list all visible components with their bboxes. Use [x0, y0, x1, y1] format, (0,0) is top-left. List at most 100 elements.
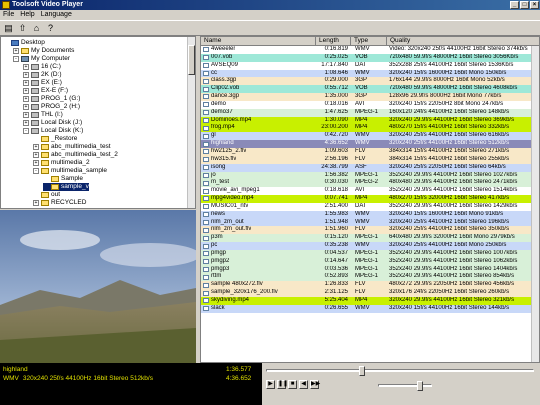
tree-item[interactable]: sample_v	[43, 183, 89, 191]
tree-item[interactable]: - My Computer	[13, 55, 70, 63]
table-row[interactable]: skydiving.mp4 5:25.404 MP4 320x240 29.9f/s …	[201, 297, 533, 305]
expand-toggle-icon[interactable]: -	[33, 168, 39, 174]
maximize-button[interactable]: □	[520, 1, 529, 9]
tree-item[interactable]: + Local Disk (J:)	[23, 119, 82, 127]
tree-item[interactable]: +2K (D:)	[23, 71, 62, 79]
table-row[interactable]: slack 0:26.655 WMV 320x240 15f/s 44100Hz 16…	[201, 304, 533, 313]
menu-language[interactable]: Language	[41, 10, 72, 20]
file-list-scrollbar[interactable]	[531, 46, 539, 362]
column-header-quality[interactable]: Quality	[387, 37, 539, 46]
expand-toggle-icon[interactable]: -	[23, 128, 29, 134]
table-row[interactable]: pmgp3 0:03.536 MPEG-1 352x240 29.9f/s 44100…	[201, 265, 533, 274]
table-row[interactable]: Dominoes.mp4 1:30.090 MP4 320x240 29.9f/s 4…	[201, 116, 533, 125]
table-row[interactable]: frog.mp4 23:00.200 MP4 480x270 15f/s 44100H…	[201, 124, 533, 133]
tree-item[interactable]: + PROG_2 (H:)	[23, 103, 80, 111]
tree-item[interactable]: + PROG_1 (G:)	[23, 95, 80, 103]
table-row[interactable]: isong 24:38.799 ASF 320x240 25f/s 22050Hz 1…	[201, 163, 533, 172]
table-row[interactable]: demo 0:18.016 AVI 320x240 15f/s 22050Hz 8bi…	[201, 100, 533, 109]
expand-toggle-icon[interactable]: +	[23, 80, 29, 86]
tree-item[interactable]: _Restore	[33, 135, 77, 143]
table-row[interactable]: AVSEQ09 17:17.840 DAT 352x288 25f/s 44100Hz…	[201, 61, 533, 70]
next-button[interactable]: ▶▶	[310, 380, 320, 389]
table-row[interactable]: dance.3gp 1:35.000 3GP 128x96 29.9f/s 8000H…	[201, 93, 533, 101]
seek-thumb[interactable]	[358, 366, 365, 376]
expand-toggle-icon[interactable]: +	[13, 48, 19, 54]
help-icon[interactable]: ?	[45, 23, 56, 34]
minimize-button[interactable]: _	[510, 1, 519, 9]
expand-toggle-icon[interactable]: +	[23, 72, 29, 78]
tree-item[interactable]: + abc_multimedia_test_2	[33, 151, 118, 159]
table-row[interactable]: 4weeeler 0:16.819 WMV Video: 320x240 25f/s …	[201, 46, 533, 54]
folder-tree[interactable]: Desktop + My Documents - My Computer +16 (C:)…	[0, 36, 196, 209]
expand-toggle-icon[interactable]: +	[23, 104, 29, 110]
table-row[interactable]: demo37 1:47.625 MPEG-1 160x120 24f/s 44100H…	[201, 108, 533, 117]
expand-toggle-icon[interactable]: +	[23, 96, 29, 102]
prev-button[interactable]: ◀	[299, 380, 308, 389]
table-row[interactable]: sample_320x176_200.flv 2:31.125 FLV 320x176…	[201, 289, 533, 297]
video-file-icon	[203, 196, 209, 202]
tree-scrollbar[interactable]	[187, 37, 195, 208]
column-header-type[interactable]: Type	[351, 37, 387, 46]
table-row[interactable]: rttm 0:52.893 MPEG-1 352x240 29.9f/s 44100H…	[201, 273, 533, 282]
volume-slider[interactable]	[378, 381, 432, 391]
volume-thumb[interactable]	[417, 381, 424, 391]
tree-item[interactable]: + abc_multimedia_test	[33, 143, 111, 151]
tree-item[interactable]: - multimedia_sample	[33, 167, 107, 175]
tree-item[interactable]: + multimedia_2	[33, 159, 90, 167]
pause-button[interactable]: ❚❚	[277, 380, 288, 389]
close-button[interactable]: ×	[530, 1, 539, 9]
play-button[interactable]: ▶	[266, 380, 275, 389]
folder-up-icon[interactable]: ⇧	[17, 23, 28, 34]
expand-toggle-icon[interactable]: +	[23, 120, 29, 126]
tree-item[interactable]: + My Documents	[13, 47, 74, 55]
expand-toggle-icon[interactable]: +	[33, 144, 39, 150]
menu-help[interactable]: Help	[20, 10, 34, 20]
menu-file[interactable]: File	[3, 10, 14, 20]
expand-toggle-icon[interactable]: -	[13, 56, 19, 62]
expand-toggle-icon[interactable]: +	[33, 200, 39, 206]
table-row[interactable]: Clip02.vob 0:55.712 VOB 720x480 59.9f/s 480…	[201, 85, 533, 94]
tree-item[interactable]: + RECYCLED	[33, 199, 86, 207]
tree-item[interactable]: + EX (E:)	[23, 79, 62, 87]
table-row[interactable]: jo 1:56.382 MPEG-1 352x240 29.9f/s 44100Hz …	[201, 171, 533, 180]
home-icon[interactable]: ⌂	[31, 23, 42, 34]
expand-toggle-icon[interactable]: +	[33, 160, 39, 166]
expand-toggle-icon[interactable]: +	[23, 88, 29, 94]
tree-item[interactable]: + EX-E (F:)	[23, 87, 68, 95]
table-row[interactable]: 007.vob 0:25.025 VOB 720x480 59.9f/s 48000H…	[201, 53, 533, 62]
table-row[interactable]: mpg4video.mp4 0:07.741 MP4 480x270 15f/s 32…	[201, 195, 533, 203]
tree-item[interactable]: Desktop	[3, 39, 45, 47]
open-folder-icon[interactable]: ▤	[3, 23, 14, 34]
table-row[interactable]: nlm_zm_out.flv 1:51.960 FLV 320x240 25f/s 4…	[201, 226, 533, 235]
column-header-length[interactable]: Length	[316, 37, 351, 46]
table-row[interactable]: MUSIC01_ntv 2:51.400 DAT 352x240 29.9f/s 44…	[201, 202, 533, 211]
table-row[interactable]: pc 0:35.238 WMV 320x240 25f/s 44100Hz 16bit…	[201, 242, 533, 250]
seek-bar[interactable]	[266, 366, 534, 376]
table-row[interactable]: hw315.flv 2:56.196 FLV 384x314 15f/s 44100H…	[201, 155, 533, 164]
expand-toggle-icon[interactable]: +	[33, 152, 39, 158]
tree-item[interactable]: - Local Disk (K:)	[23, 127, 83, 135]
tree-item[interactable]: out	[33, 191, 60, 199]
expand-toggle-icon[interactable]: +	[23, 112, 29, 118]
table-row[interactable]: pmgp 0:04.537 MPEG-1 352x240 29.9f/s 44100H…	[201, 249, 533, 258]
table-row[interactable]: gl 0:42.720 WMV 320x240 25f/s 44100Hz 16bit…	[201, 132, 533, 141]
table-row[interactable]: cc 1:08.646 WMV 320x240 15f/s 16000Hz 16bit…	[201, 69, 533, 78]
video-file-icon	[203, 86, 209, 92]
table-row[interactable]: hw2125_2.flv 1:09.603 FLV 384x314 15f/s 441…	[201, 147, 533, 156]
stop-button[interactable]: ■	[288, 380, 297, 389]
table-row[interactable]: sample 480x272.flv 1:26.833 FLV 480x272 29.…	[201, 281, 533, 290]
expand-toggle-icon[interactable]: +	[23, 64, 29, 70]
tree-item[interactable]: Sample	[43, 175, 83, 183]
file-list[interactable]: Name Length Type Quality 4weeeler 0:16.819 WM…	[200, 36, 540, 363]
column-header-name[interactable]: Name	[201, 37, 316, 46]
table-row[interactable]: news 1:55.983 WMV 320x240 15f/s 16000Hz 16b…	[201, 210, 533, 219]
table-row[interactable]: pmgp2 0:14.647 MPEG-1 352x240 29.9f/s 44100…	[201, 257, 533, 266]
table-row[interactable]: nlm_zm_out 1:51.948 WMV 320x240 25f/s 44100…	[201, 218, 533, 227]
table-row[interactable]: highland 4:36.652 WMV 320x240 25f/s 44100Hz…	[201, 140, 533, 148]
tree-item[interactable]: +16 (C:)	[23, 63, 61, 71]
tree-item[interactable]: + THL (I:)	[23, 111, 63, 119]
table-row[interactable]: p3m 0:15.120 MPEG-1 640x480 29.9f/s 32000Hz…	[201, 234, 533, 243]
table-row[interactable]: movie_avi_mpeg1 0:18.618 AVI 352x240 29.9f/…	[201, 187, 533, 196]
table-row[interactable]: m_test 0:30.030 MPEG-2 480x480 29.9f/s 4410…	[201, 179, 533, 188]
table-row[interactable]: class.3gp 0:29.000 3GP 176x144 29.9f/s 8000…	[201, 77, 533, 86]
